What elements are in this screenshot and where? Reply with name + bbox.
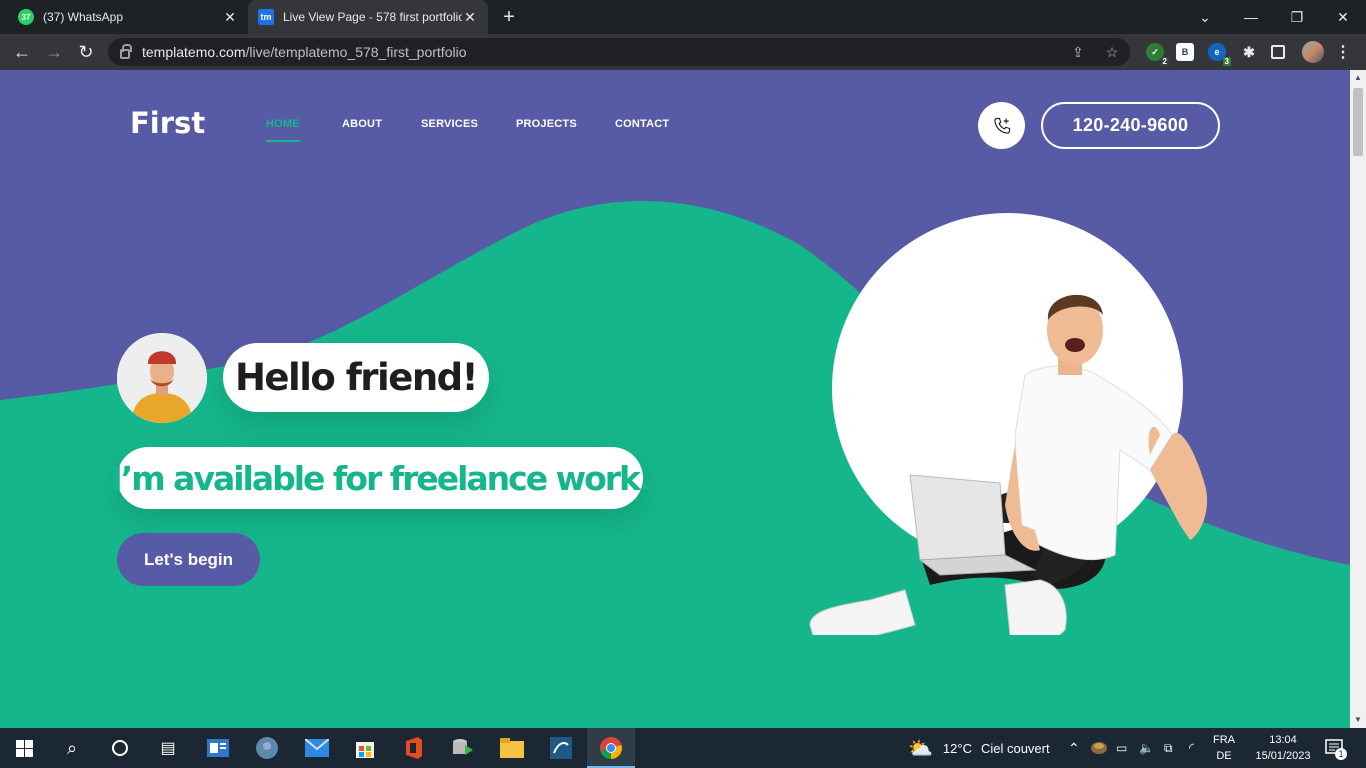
scroll-up-icon[interactable]: ▲ [1350,70,1366,86]
weather-temperature[interactable]: 12°C [943,741,972,756]
news-app-icon[interactable] [206,736,230,760]
clock-time: 13:04 [1269,734,1297,746]
tab-search-icon[interactable]: ⌄ [1182,0,1228,34]
edge-extension-icon[interactable]: e3 [1208,43,1231,66]
office-icon[interactable] [402,736,426,760]
shield-extension-icon[interactable]: ✓ 2 [1146,43,1169,66]
templatemo-icon: tm [258,9,274,25]
nav-home[interactable]: HOME [266,118,300,142]
person-avatar-image [117,333,207,423]
clock-date: 15/01/2023 [1255,750,1311,762]
meet-now-icon[interactable]: ⧉ [1164,728,1173,768]
extensions-puzzle-icon[interactable]: ✱ [1240,43,1258,61]
close-window-button[interactable]: ✕ [1320,0,1366,34]
notification-count: 1 [1335,748,1347,760]
show-hidden-icons[interactable]: ⌃ [1068,728,1080,768]
tab-live-view[interactable]: tm Live View Page - 578 first portfolio … [248,0,488,34]
minimize-button[interactable]: — [1228,0,1274,34]
person-app-icon[interactable] [255,736,279,760]
back-icon[interactable]: ← [8,38,36,66]
tab-title: Live View Page - 578 first portfolio [283,10,462,24]
page-scrollbar[interactable]: ▲ ▼ [1350,70,1366,728]
hero-person-image [809,294,1208,635]
scroll-thumb[interactable] [1353,88,1363,156]
hello-heading: Hello friend! [223,343,489,412]
language-code: FRA [1213,734,1235,746]
scroll-down-icon[interactable]: ▼ [1350,712,1366,728]
forward-icon[interactable]: → [40,38,68,66]
wifi-icon[interactable]: ◜ [1189,728,1194,768]
phone-number-button[interactable]: 120-240-9600 [1041,102,1220,149]
language-indicator[interactable]: FRA DE [1210,732,1238,764]
search-icon[interactable]: ⌕ [60,736,84,760]
reload-icon[interactable]: ↻ [72,38,100,66]
profile-avatar[interactable] [1302,41,1324,63]
close-tab-icon[interactable]: ✕ [462,9,478,26]
store-icon[interactable] [353,736,377,760]
webpage-viewport: First HOME ABOUT SERVICES PROJECTS CONTA… [0,70,1350,728]
mysql-workbench-icon[interactable] [549,736,573,760]
nav-contact[interactable]: CONTACT [615,118,669,130]
volume-icon[interactable]: 🔈 [1139,728,1154,768]
share-icon[interactable]: ⇪ [1070,44,1086,60]
b-extension-icon[interactable]: B [1176,43,1194,61]
menu-kebab-icon[interactable]: ⋮ [1334,43,1352,61]
restore-button[interactable]: ❐ [1274,0,1320,34]
side-panel-icon[interactable] [1271,45,1285,59]
weather-cloud-icon[interactable]: ⛅ [908,736,933,761]
notifications-icon[interactable]: 1 [1325,728,1347,768]
lets-begin-button[interactable]: Let's begin [117,533,260,586]
tagline: I’m available for freelance work. [110,447,652,509]
whatsapp-icon: 37 [18,9,34,25]
nav-about[interactable]: ABOUT [342,118,382,130]
browser-toolbar: ← → ↻ templatemo.com/live/templatemo_578… [0,34,1366,70]
nav-services[interactable]: SERVICES [421,118,478,130]
tab-strip: 37 (37) WhatsApp ✕ tm Live View Page - 5… [0,0,1366,34]
avatar [117,333,207,423]
system-clock[interactable]: 13:04 15/01/2023 [1248,732,1318,764]
lock-icon [120,44,132,59]
mail-icon[interactable] [305,736,329,760]
bookmark-star-icon[interactable]: ☆ [1104,44,1120,60]
tab-title: (37) WhatsApp [43,10,124,24]
phone-icon [993,117,1010,134]
windows-start-icon[interactable] [12,736,36,760]
battery-icon[interactable]: ▭ [1116,728,1127,768]
new-tab-button[interactable]: + [498,6,520,28]
url-domain: templatemo.com [142,44,246,60]
task-view-icon[interactable]: ▤ [156,736,180,760]
address-bar[interactable]: templatemo.com/live/templatemo_578_first… [108,38,1130,66]
windows-taskbar: ⌕ ▤ ⛅ 12°C Ciel couvert ⌃ ▭ 🔈 ⧉ ◜ FRA DE… [0,728,1366,768]
close-tab-icon[interactable]: ✕ [222,9,238,26]
file-explorer-icon[interactable] [500,736,524,760]
chrome-icon[interactable] [599,736,623,760]
phone-call-button[interactable] [978,102,1025,149]
weather-description[interactable]: Ciel couvert [981,741,1050,756]
url-path: /live/templatemo_578_first_portfolio [245,44,467,60]
keyboard-layout: DE [1216,750,1232,762]
site-logo[interactable]: First [130,106,205,140]
tray-app-icon[interactable] [1091,728,1107,768]
database-app-icon[interactable] [450,736,474,760]
cortana-icon[interactable] [108,736,132,760]
nav-projects[interactable]: PROJECTS [516,118,577,130]
tab-whatsapp[interactable]: 37 (37) WhatsApp ✕ [8,0,248,34]
